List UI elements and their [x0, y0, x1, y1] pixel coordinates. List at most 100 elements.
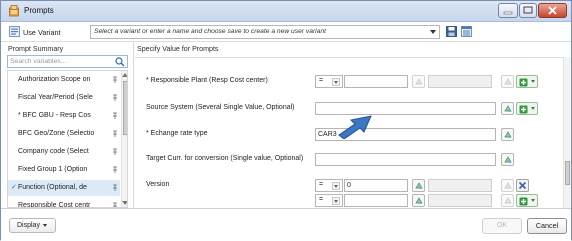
use-variant-label: Use Variant	[23, 28, 61, 37]
operator-value: =	[319, 77, 324, 84]
value-help-icon	[504, 197, 512, 204]
search-variables-input[interactable]: Search variables...	[7, 55, 128, 68]
annotation-arrow-icon	[338, 115, 372, 139]
list-item[interactable]: BFC Geo/Zone (Selectio	[8, 126, 120, 142]
exchange-rate-type-label: * Echange rate type	[146, 130, 208, 137]
target-currency-lookup[interactable]	[501, 153, 514, 166]
search-icon[interactable]	[115, 57, 125, 67]
responsible-plant-label: * Responsible Plant (Resp Cost center)	[146, 77, 268, 84]
chevron-down-icon	[531, 107, 535, 110]
operator-value: =	[319, 196, 324, 203]
version-value: 0	[347, 182, 351, 189]
version-from-input-2[interactable]	[344, 194, 408, 207]
value-help-icon	[504, 105, 512, 113]
scroll-down-icon[interactable]	[122, 201, 127, 205]
source-system-add-button[interactable]	[516, 102, 538, 115]
value-help-icon	[504, 182, 512, 189]
list-item[interactable]: * BFC GBU - Resp Cos	[8, 108, 120, 124]
variable-label: Function (Optional, de	[18, 184, 87, 191]
variable-label: Company code (Select	[18, 148, 89, 155]
prompts-dialog: Prompts Use Variant Select a variant or …	[0, 0, 572, 241]
version-from-lookup[interactable]	[412, 179, 425, 192]
value-help-icon	[415, 78, 423, 85]
list-item[interactable]: Responsible Cost centr	[8, 198, 120, 207]
scroll-up-icon[interactable]	[122, 73, 127, 77]
minimize-button[interactable]	[498, 3, 518, 18]
title-bar: Prompts	[1, 1, 571, 22]
list-scrollbar[interactable]	[121, 71, 127, 207]
operator-value: =	[319, 181, 324, 188]
list-item-selected[interactable]: ✓ Function (Optional, de	[8, 180, 120, 196]
chevron-down-icon	[430, 30, 436, 34]
close-icon	[548, 6, 557, 15]
responsible-plant-to-lookup[interactable]	[501, 75, 514, 88]
value-help-icon	[415, 197, 423, 205]
version-to-lookup[interactable]	[501, 179, 514, 192]
specify-value-title: Specify Value for Prompts	[137, 45, 219, 53]
maximize-button[interactable]	[519, 3, 537, 18]
responsible-plant-from-lookup[interactable]	[412, 75, 425, 88]
responsible-plant-to-input[interactable]	[428, 75, 492, 88]
source-system-label: Source System (Several Single Value, Opt…	[146, 104, 295, 111]
list-item[interactable]: Fixed Group 1 (Option	[8, 162, 120, 178]
dialog-footer: Display OK Cancel	[1, 208, 571, 241]
variable-label: * BFC GBU - Resp Cos	[18, 112, 91, 119]
chevron-down-icon	[332, 78, 340, 86]
variant-select[interactable]: Select a variant or enter a name and cho…	[90, 25, 440, 39]
version-add-button[interactable]	[516, 194, 538, 207]
source-system-lookup[interactable]	[501, 102, 514, 115]
value-help-icon	[504, 156, 512, 164]
version-from-lookup-2[interactable]	[412, 194, 425, 207]
version-label: Version	[146, 181, 170, 188]
exchange-rate-type-value: CAR3	[318, 131, 337, 138]
check-icon: ✓	[11, 184, 17, 191]
chevron-down-icon	[43, 224, 47, 227]
cancel-button[interactable]: Cancel	[527, 218, 567, 234]
list-item[interactable]: Company code (Select	[8, 144, 120, 160]
source-system-input[interactable]	[315, 102, 496, 115]
variant-toolbar: Use Variant Select a variant or enter a …	[1, 22, 571, 42]
plus-icon	[519, 197, 528, 206]
close-button[interactable]	[538, 3, 567, 18]
version-to-input-2[interactable]	[428, 194, 492, 207]
values-scrollbar[interactable]	[563, 57, 571, 208]
value-help-icon	[415, 182, 423, 190]
variable-label: Fixed Group 1 (Option	[18, 166, 88, 173]
display-label: Display	[17, 222, 40, 229]
variant-placeholder: Select a variant or enter a name and cho…	[94, 28, 326, 35]
ok-button[interactable]: OK	[482, 218, 522, 234]
chevron-down-icon	[531, 199, 535, 202]
prompts-app-icon	[9, 5, 19, 17]
save-variant-icon[interactable]	[446, 26, 457, 37]
list-item[interactable]: Authorization Scope on	[8, 72, 120, 88]
version-from-input[interactable]: 0	[344, 179, 408, 192]
version-operator-2[interactable]: =	[315, 194, 343, 207]
target-currency-label: Target Curr. for conversion (Single valu…	[146, 155, 304, 162]
variable-info-icon	[113, 94, 117, 101]
variable-info-icon	[113, 112, 117, 119]
search-placeholder: Search variables...	[10, 58, 67, 65]
prompt-summary-title: Prompt Summary	[8, 45, 64, 53]
variable-label: Authorization Scope on	[18, 76, 91, 83]
version-to-input[interactable]	[428, 179, 492, 192]
display-button[interactable]: Display	[9, 218, 56, 233]
version-remove-button[interactable]	[516, 179, 529, 192]
version-to-lookup-2[interactable]	[501, 194, 514, 207]
responsible-plant-operator[interactable]: =	[315, 75, 343, 88]
variable-info-icon	[113, 130, 117, 137]
responsible-plant-from-input[interactable]	[344, 75, 408, 88]
responsible-plant-add-button[interactable]	[516, 75, 538, 88]
scroll-thumb[interactable]	[123, 81, 127, 135]
value-help-icon	[504, 78, 512, 85]
manage-variants-icon[interactable]	[461, 26, 472, 37]
variable-label: BFC Geo/Zone (Selectio	[18, 130, 95, 137]
close-icon	[518, 181, 527, 190]
exchange-rate-type-lookup[interactable]	[501, 128, 514, 141]
variable-info-icon	[113, 148, 117, 155]
variable-label: Fiscal Year/Period (Sele	[18, 94, 93, 101]
plus-icon	[519, 105, 528, 114]
version-operator[interactable]: =	[315, 179, 343, 192]
scroll-thumb[interactable]	[565, 161, 570, 185]
list-item[interactable]: Fiscal Year/Period (Sele	[8, 90, 120, 106]
target-currency-input[interactable]	[315, 153, 496, 166]
